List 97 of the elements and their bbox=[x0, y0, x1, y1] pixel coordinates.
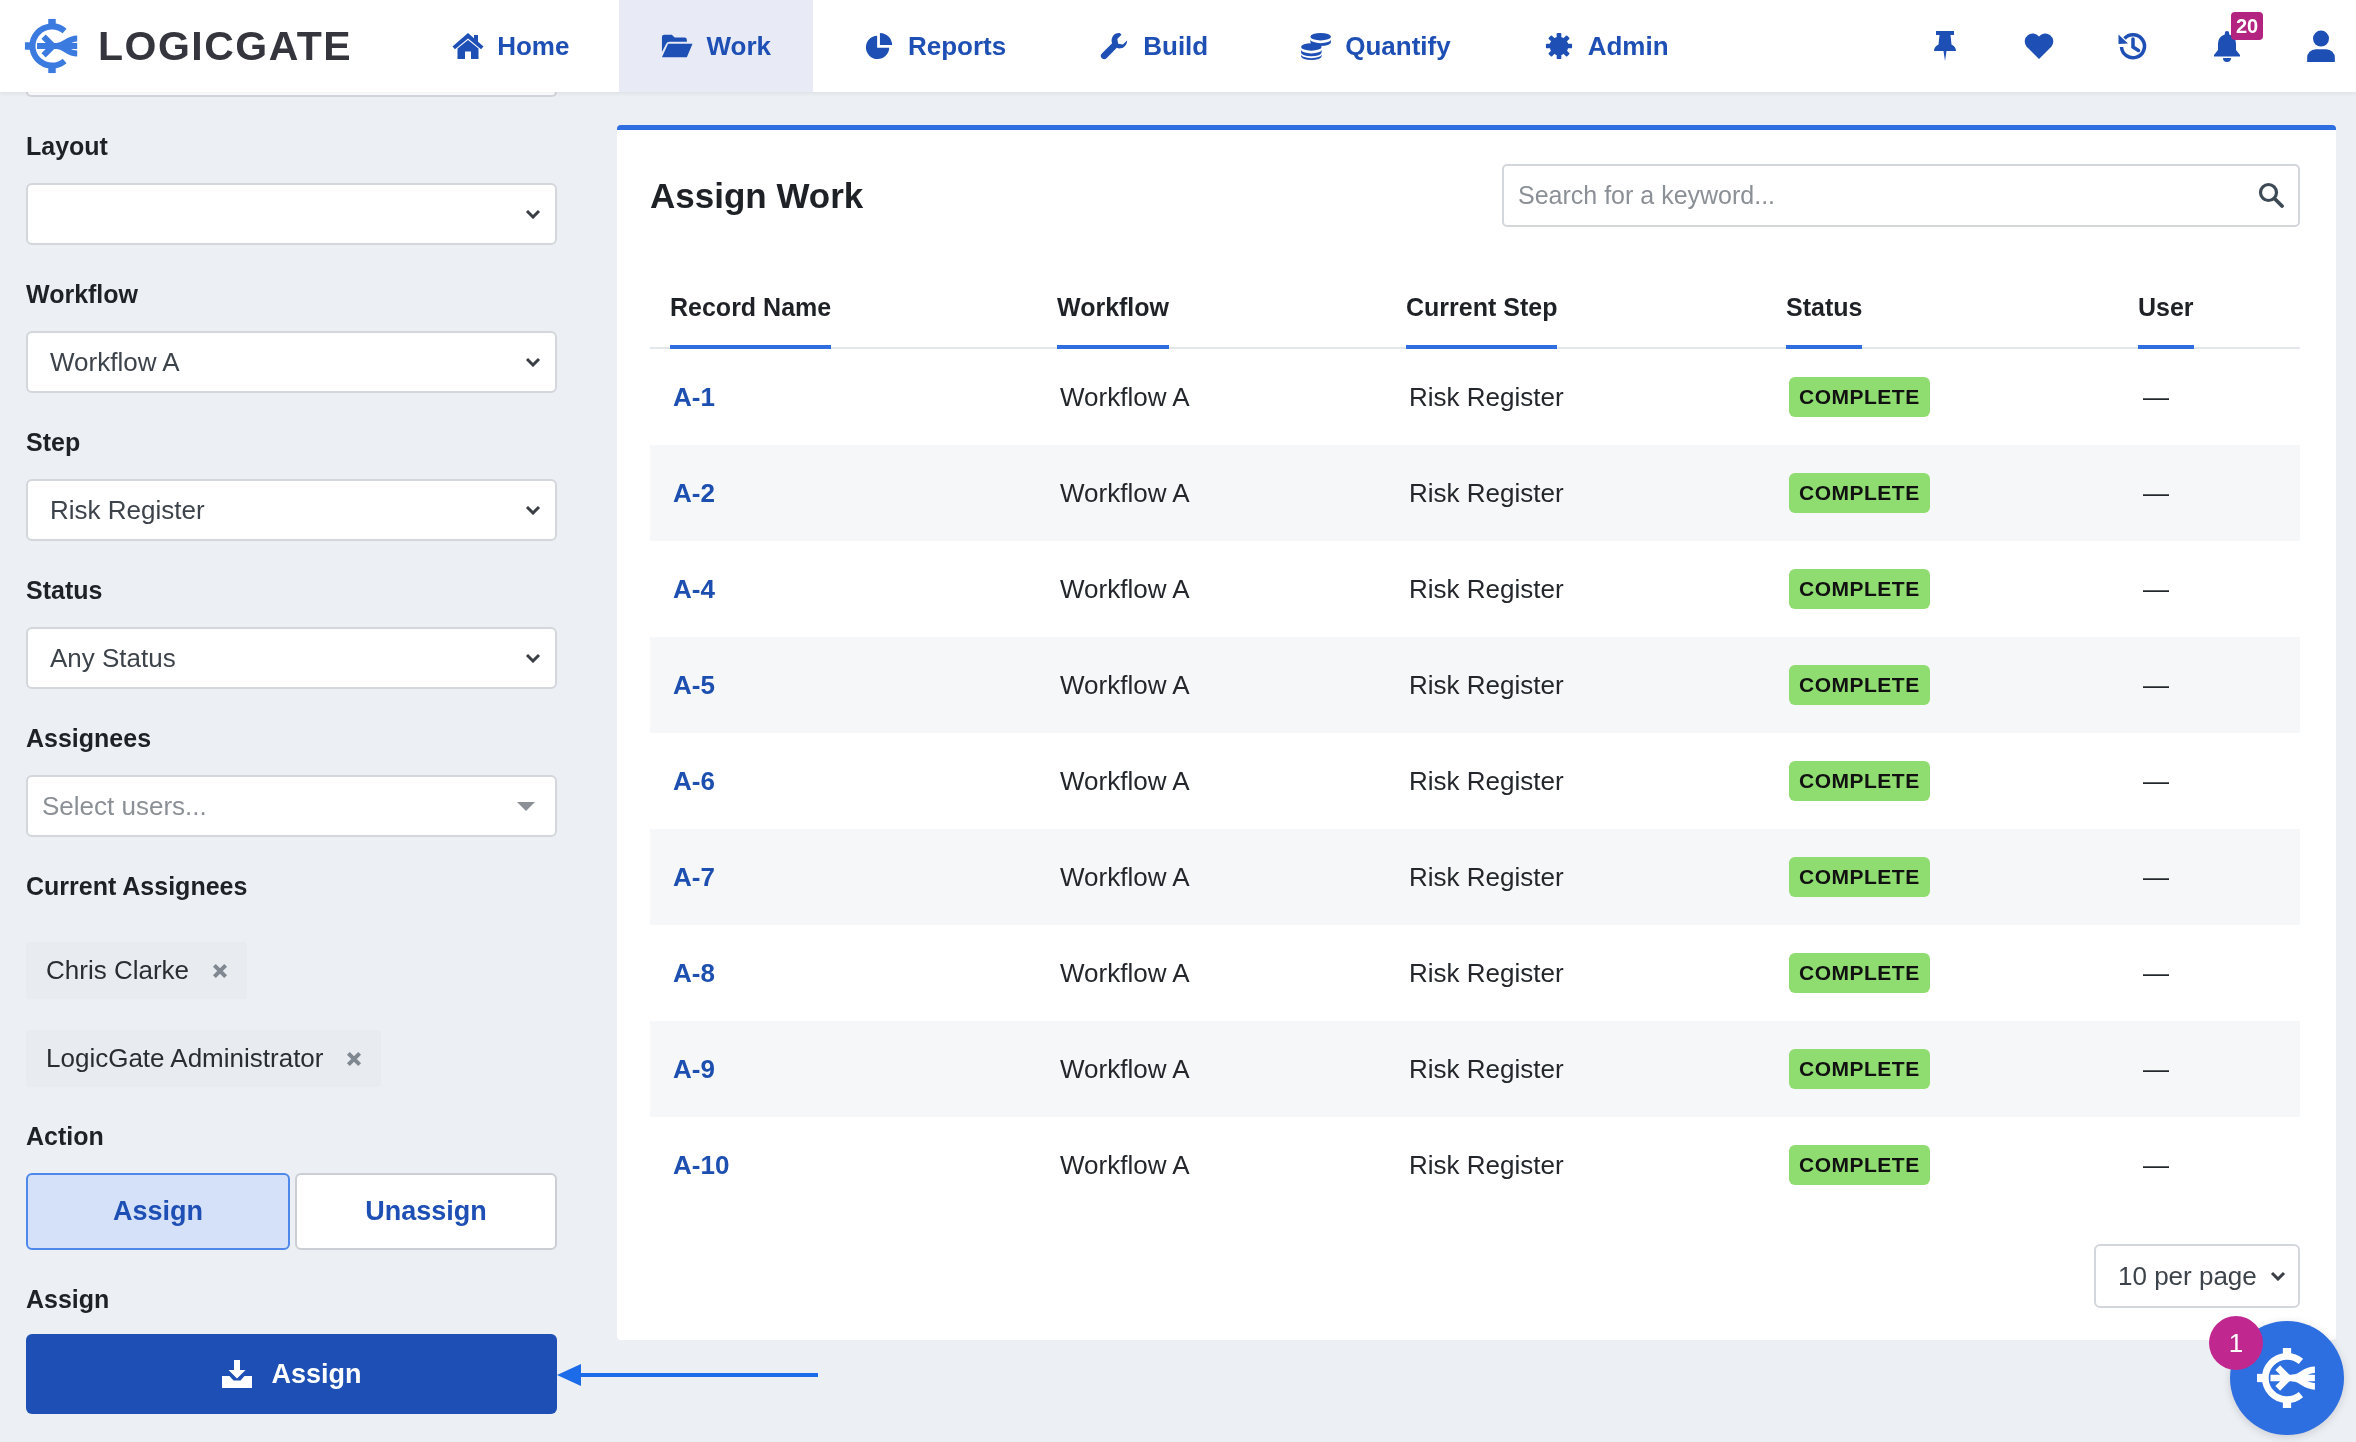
status-badge: COMPLETE bbox=[1789, 1049, 1930, 1089]
nav-tab[interactable]: Home bbox=[410, 0, 612, 92]
chevron-down-icon bbox=[525, 505, 541, 515]
record-link[interactable]: A-10 bbox=[673, 1149, 730, 1181]
table-cell: Workflow A bbox=[1060, 765, 1190, 797]
close-icon[interactable] bbox=[211, 961, 230, 980]
table-cell-text: — bbox=[2142, 669, 2169, 701]
status-badge: COMPLETE bbox=[1789, 761, 1930, 801]
column-header[interactable]: Status bbox=[1786, 291, 1863, 349]
record-link[interactable]: A-9 bbox=[673, 1053, 715, 1085]
table-cell: Risk Register bbox=[1409, 1149, 1564, 1181]
toggle-button[interactable]: Assign bbox=[26, 1173, 290, 1250]
search-field[interactable]: Search for a keyword... bbox=[1502, 164, 2300, 227]
table-cell: Workflow A bbox=[1060, 1149, 1190, 1181]
record-link[interactable]: A-4 bbox=[673, 573, 715, 605]
column-header[interactable]: Record Name bbox=[670, 291, 832, 349]
table-cell: Risk Register bbox=[1409, 669, 1564, 701]
page-size-select[interactable]: 10 per page bbox=[2094, 1244, 2300, 1308]
nav-tab[interactable]: Reports bbox=[820, 0, 1049, 92]
table-cell: Workflow A bbox=[1060, 477, 1190, 509]
table-cell: Workflow A bbox=[1060, 669, 1190, 701]
nav-tab[interactable]: Quantify bbox=[1258, 0, 1493, 92]
table-cell: Risk Register bbox=[1409, 957, 1564, 989]
download-icon bbox=[221, 1359, 254, 1389]
chevron-down-icon bbox=[525, 653, 541, 663]
column-header[interactable]: Current Step bbox=[1406, 291, 1558, 349]
table-cell: Workflow A bbox=[1060, 573, 1190, 605]
home-icon bbox=[452, 32, 485, 60]
chevron-down-icon bbox=[525, 357, 541, 367]
page-title: Assign Work bbox=[650, 175, 864, 216]
nav-tab[interactable]: Build bbox=[1056, 0, 1251, 92]
notification-badge: 20 bbox=[2231, 12, 2264, 40]
table-cell: Workflow A bbox=[1060, 381, 1190, 413]
field-label: Workflow bbox=[26, 279, 139, 310]
select-field[interactable]: Workflow A bbox=[26, 331, 557, 393]
table-cell: Workflow A bbox=[1060, 957, 1190, 989]
record-link[interactable]: A-7 bbox=[673, 861, 715, 893]
table-cell: Risk Register bbox=[1409, 861, 1564, 893]
logo-icon[interactable] bbox=[24, 17, 80, 75]
record-link[interactable]: A-8 bbox=[673, 957, 715, 989]
table-cell: Risk Register bbox=[1409, 765, 1564, 797]
table-cell-text: — bbox=[2142, 381, 2169, 413]
assign-button[interactable]: Assign bbox=[26, 1334, 557, 1414]
table-cell-text: — bbox=[2142, 861, 2169, 893]
field-label: Layout bbox=[26, 131, 108, 162]
table-cell-text: — bbox=[2142, 1149, 2169, 1181]
assignee-name: LogicGate Administrator bbox=[46, 1043, 324, 1074]
field-label: Assign bbox=[26, 1284, 110, 1315]
table-cell: Workflow A bbox=[1060, 1053, 1190, 1085]
chevron-down-icon bbox=[2270, 1271, 2286, 1281]
toggle-button[interactable]: Unassign bbox=[295, 1173, 557, 1250]
assignee-name: Chris Clarke bbox=[46, 955, 190, 986]
close-icon[interactable] bbox=[345, 1049, 364, 1068]
search-icon[interactable] bbox=[2258, 182, 2284, 208]
status-badge: COMPLETE bbox=[1789, 857, 1930, 897]
table-cell: Risk Register bbox=[1409, 381, 1564, 413]
status-badge: COMPLETE bbox=[1789, 953, 1930, 993]
history-icon[interactable] bbox=[2117, 30, 2149, 62]
field-label: Action bbox=[26, 1121, 104, 1152]
field-label: Status bbox=[26, 575, 103, 606]
folder-icon bbox=[661, 32, 694, 60]
table-cell-text: — bbox=[2142, 573, 2169, 605]
status-badge: COMPLETE bbox=[1789, 1145, 1930, 1185]
caret-down-icon bbox=[517, 802, 535, 811]
user-icon[interactable] bbox=[2305, 30, 2337, 62]
user-select-field[interactable]: Select users... bbox=[26, 775, 557, 837]
record-link[interactable]: A-5 bbox=[673, 669, 715, 701]
column-header[interactable]: User bbox=[2138, 291, 2194, 349]
coins-icon bbox=[1300, 32, 1333, 60]
select-field[interactable]: Any Status bbox=[26, 627, 557, 689]
table-cell-text: — bbox=[2142, 765, 2169, 797]
status-badge: COMPLETE bbox=[1789, 665, 1930, 705]
table-cell-text: — bbox=[2142, 957, 2169, 989]
field-label: Step bbox=[26, 427, 81, 458]
nav-tab[interactable]: Admin bbox=[1500, 0, 1711, 92]
logo-wordmark[interactable]: LOGICGATE bbox=[98, 22, 353, 70]
field-label: Assignees bbox=[26, 723, 152, 754]
table-cell: Risk Register bbox=[1409, 573, 1564, 605]
chevron-down-icon bbox=[525, 209, 541, 219]
record-link[interactable]: A-2 bbox=[673, 477, 715, 509]
table-cell-text: — bbox=[2142, 1053, 2169, 1085]
select-field[interactable]: Risk Register bbox=[26, 479, 557, 541]
table-cell-text: — bbox=[2142, 477, 2169, 509]
record-link[interactable]: A-1 bbox=[673, 381, 715, 413]
record-link[interactable]: A-6 bbox=[673, 765, 715, 797]
status-badge: COMPLETE bbox=[1789, 569, 1930, 609]
status-badge: COMPLETE bbox=[1789, 377, 1930, 417]
status-badge: COMPLETE bbox=[1789, 473, 1930, 513]
field-label: Current Assignees bbox=[26, 871, 248, 902]
logo-icon bbox=[2256, 1346, 2318, 1410]
nav-tab[interactable]: Work bbox=[619, 0, 813, 92]
select-field[interactable] bbox=[26, 183, 557, 245]
select-field[interactable] bbox=[26, 92, 557, 97]
table-cell: Workflow A bbox=[1060, 861, 1190, 893]
table-cell: Risk Register bbox=[1409, 1053, 1564, 1085]
column-header[interactable]: Workflow bbox=[1057, 291, 1170, 349]
table-cell: Risk Register bbox=[1409, 477, 1564, 509]
